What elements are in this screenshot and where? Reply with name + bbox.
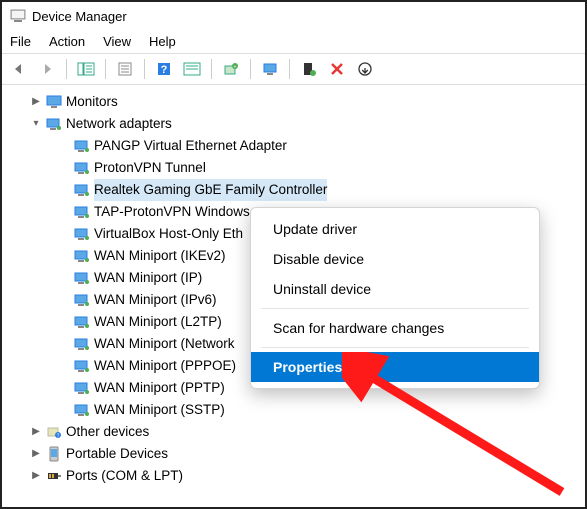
tree-item-label: TAP-ProtonVPN Windows bbox=[94, 201, 250, 223]
network-adapter-icon bbox=[74, 358, 90, 374]
chevron-right-icon[interactable]: ▶ bbox=[30, 465, 42, 487]
show-hide-tree-button[interactable] bbox=[75, 58, 97, 80]
network-adapter-icon bbox=[74, 314, 90, 330]
tree-label: Portable Devices bbox=[66, 443, 168, 465]
chevron-right-icon[interactable]: ▶ bbox=[30, 91, 42, 113]
other-devices-icon: ? bbox=[46, 424, 62, 440]
menu-bar: File Action View Help bbox=[2, 30, 585, 53]
chevron-right-icon[interactable]: ▶ bbox=[30, 443, 42, 465]
tree-item-label: VirtualBox Host-Only Eth bbox=[94, 223, 243, 245]
toolbar-separator bbox=[105, 59, 106, 79]
tree-item-label: WAN Miniport (IP) bbox=[94, 267, 202, 289]
tree-label: Ports (COM & LPT) bbox=[66, 465, 183, 487]
toolbar-separator bbox=[66, 59, 67, 79]
network-adapter-icon bbox=[74, 380, 90, 396]
tree-item-label: WAN Miniport (L2TP) bbox=[94, 311, 222, 333]
menu-view[interactable]: View bbox=[103, 34, 131, 49]
tree-item-label: WAN Miniport (Network bbox=[94, 333, 235, 355]
tree-item-label: PANGP Virtual Ethernet Adapter bbox=[94, 135, 287, 157]
toolbar-separator bbox=[250, 59, 251, 79]
ctx-scan-hardware[interactable]: Scan for hardware changes bbox=[251, 313, 539, 343]
network-adapter-icon bbox=[74, 138, 90, 154]
ctx-disable-device[interactable]: Disable device bbox=[251, 244, 539, 274]
menu-action[interactable]: Action bbox=[49, 34, 85, 49]
toolbar: ? + bbox=[2, 53, 585, 85]
ctx-separator bbox=[261, 308, 529, 309]
title-bar: Device Manager bbox=[2, 2, 585, 30]
tree-label: Network adapters bbox=[66, 113, 172, 135]
network-adapter-icon bbox=[74, 402, 90, 418]
network-adapter-icon bbox=[74, 292, 90, 308]
properties-button[interactable] bbox=[114, 58, 136, 80]
chevron-right-icon[interactable]: ▶ bbox=[30, 421, 42, 443]
tree-label: Other devices bbox=[66, 421, 149, 443]
portable-device-icon bbox=[46, 446, 62, 462]
network-adapter-icon bbox=[74, 204, 90, 220]
ctx-uninstall-device[interactable]: Uninstall device bbox=[251, 274, 539, 304]
tree-item-label: WAN Miniport (PPTP) bbox=[94, 377, 225, 399]
tree-item-label: WAN Miniport (IKEv2) bbox=[94, 245, 226, 267]
help-button[interactable]: ? bbox=[153, 58, 175, 80]
tree-label: Monitors bbox=[66, 91, 118, 113]
tree-category-monitors[interactable]: ▶ Monitors bbox=[12, 91, 581, 113]
app-icon bbox=[10, 8, 26, 24]
menu-help[interactable]: Help bbox=[149, 34, 176, 49]
tree-category-other-devices[interactable]: ▶ ? Other devices bbox=[12, 421, 581, 443]
tree-category-network-adapters[interactable]: ▾ Network adapters bbox=[12, 113, 581, 135]
network-adapter-icon bbox=[74, 160, 90, 176]
toolbar-separator bbox=[289, 59, 290, 79]
tree-category-portable-devices[interactable]: ▶ Portable Devices bbox=[12, 443, 581, 465]
context-menu: Update driver Disable device Uninstall d… bbox=[250, 207, 540, 389]
svg-text:?: ? bbox=[57, 434, 60, 440]
tree-item-label: WAN Miniport (IPv6) bbox=[94, 289, 217, 311]
monitor-icon bbox=[46, 94, 62, 110]
ctx-properties[interactable]: Properties bbox=[251, 352, 539, 382]
network-adapter-icon bbox=[74, 182, 90, 198]
ctx-update-driver[interactable]: Update driver bbox=[251, 214, 539, 244]
network-adapter-icon bbox=[46, 116, 62, 132]
window-title: Device Manager bbox=[32, 9, 127, 24]
tree-category-ports[interactable]: ▶ Ports (COM & LPT) bbox=[12, 465, 581, 487]
tree-item-network-adapter[interactable]: WAN Miniport (SSTP) bbox=[12, 399, 581, 421]
tree-item-label: WAN Miniport (SSTP) bbox=[94, 399, 225, 421]
toolbar-separator bbox=[144, 59, 145, 79]
svg-text:?: ? bbox=[161, 64, 168, 76]
tree-item-network-adapter[interactable]: Realtek Gaming GbE Family Controller bbox=[12, 179, 581, 201]
svg-text:+: + bbox=[234, 65, 237, 71]
toolbar-separator bbox=[211, 59, 212, 79]
disable-device-button[interactable] bbox=[354, 58, 376, 80]
tree-item-network-adapter[interactable]: ProtonVPN Tunnel bbox=[12, 157, 581, 179]
uninstall-device-button[interactable] bbox=[326, 58, 348, 80]
action-button[interactable] bbox=[181, 58, 203, 80]
network-adapter-icon bbox=[74, 226, 90, 242]
tree-item-label: ProtonVPN Tunnel bbox=[94, 157, 206, 179]
chevron-down-icon[interactable]: ▾ bbox=[30, 113, 42, 135]
menu-file[interactable]: File bbox=[10, 34, 31, 49]
tree-item-label: WAN Miniport (PPPOE) bbox=[94, 355, 236, 377]
enable-device-button[interactable] bbox=[298, 58, 320, 80]
tree-item-network-adapter[interactable]: PANGP Virtual Ethernet Adapter bbox=[12, 135, 581, 157]
network-adapter-icon bbox=[74, 270, 90, 286]
update-driver-button[interactable]: + bbox=[220, 58, 242, 80]
network-adapter-icon bbox=[74, 248, 90, 264]
forward-button[interactable] bbox=[36, 58, 58, 80]
tree-item-label: Realtek Gaming GbE Family Controller bbox=[94, 179, 327, 201]
ports-icon bbox=[46, 468, 62, 484]
network-adapter-icon bbox=[74, 336, 90, 352]
scan-hardware-button[interactable] bbox=[259, 58, 281, 80]
ctx-separator bbox=[261, 347, 529, 348]
back-button[interactable] bbox=[8, 58, 30, 80]
